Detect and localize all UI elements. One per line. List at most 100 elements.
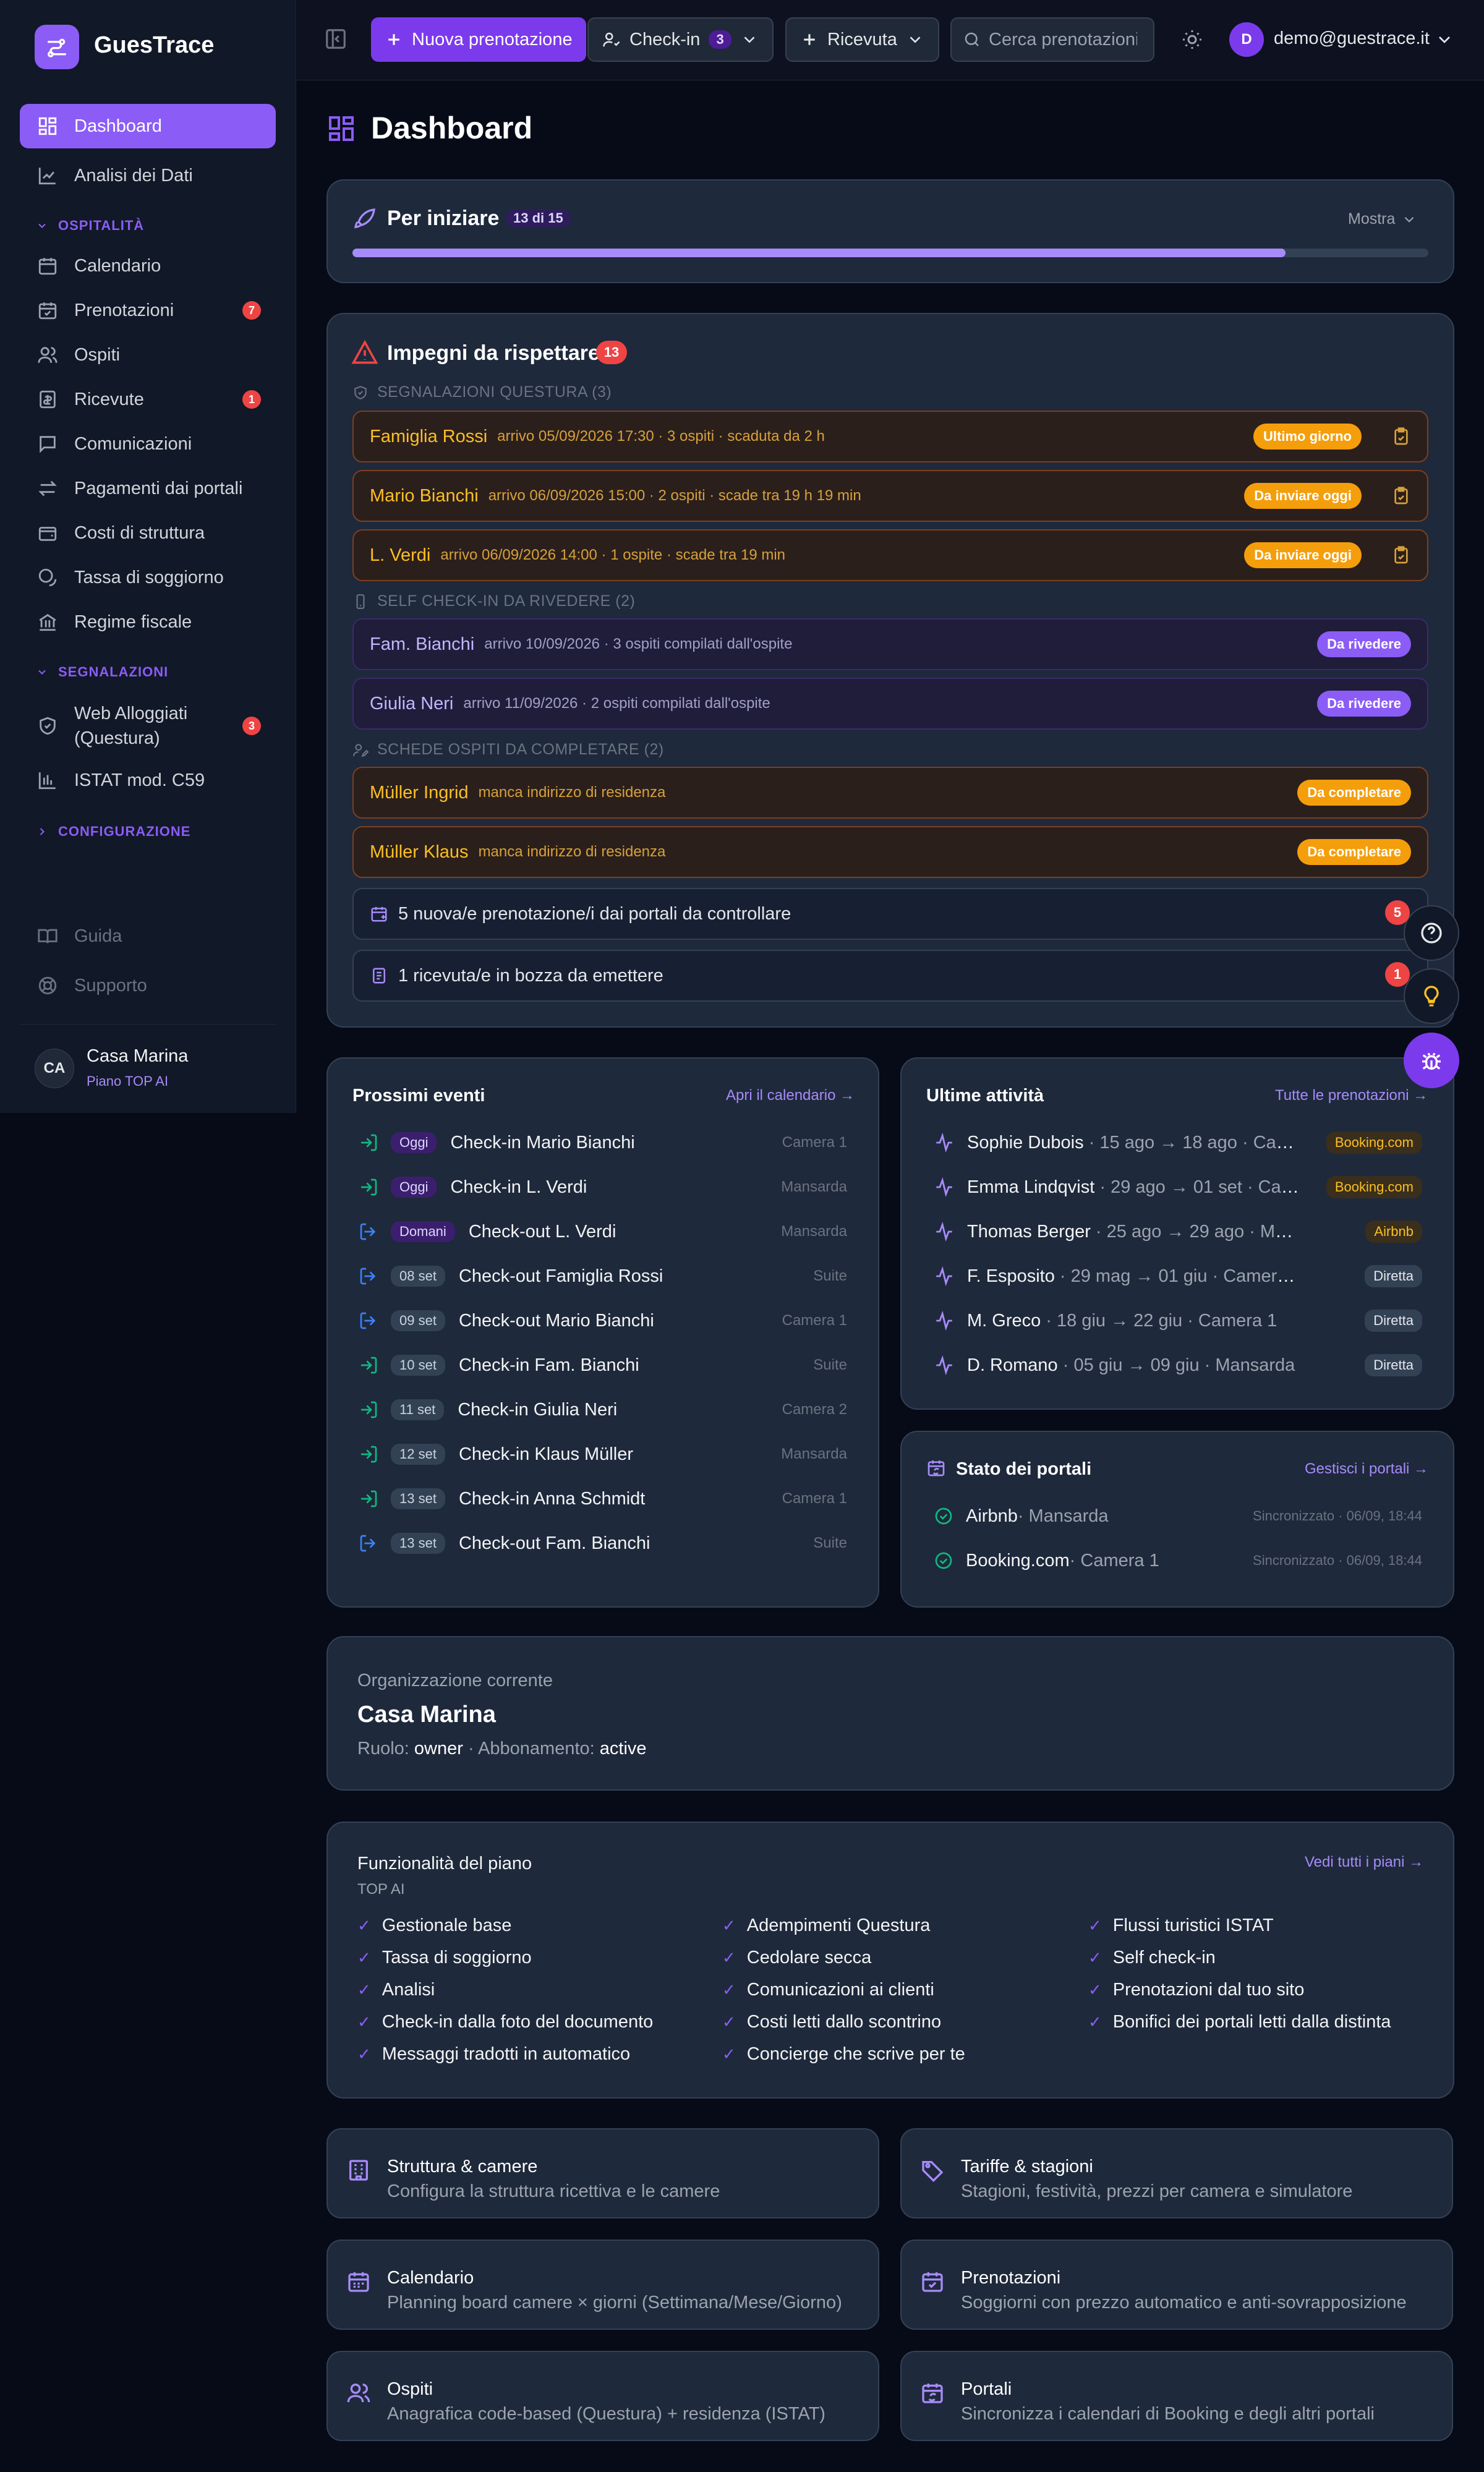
chevron-down-icon <box>744 36 755 43</box>
event-date-badge: 08 set <box>391 1266 445 1287</box>
plan-feature: ✓ Analisi <box>357 1980 435 2000</box>
event-row[interactable]: Domani Check-out L. Verdi Mansarda <box>359 1213 847 1250</box>
user-email[interactable]: demo@guestrace.it <box>1274 28 1430 49</box>
logout-icon <box>360 1223 376 1240</box>
building-icon <box>349 2160 368 2181</box>
activity-row[interactable]: F. Esposito · 29 mag → 01 giu · Camera 2… <box>934 1258 1422 1295</box>
list-item[interactable]: Fam. Bianchi arrivo 10/09/2026 · 3 ospit… <box>352 618 1428 670</box>
activity-icon <box>936 1177 952 1198</box>
source-badge: Booking.com <box>1326 1176 1422 1198</box>
event-row[interactable]: 12 set Check-in Klaus Müller Mansarda <box>359 1436 847 1473</box>
org-name[interactable]: Casa Marina <box>87 1046 188 1067</box>
event-row[interactable]: 09 set Check-out Mario Bianchi Camera 1 <box>359 1302 847 1339</box>
clipboard-check-icon[interactable] <box>1391 545 1411 565</box>
sidebar-toggle-icon[interactable] <box>324 27 348 51</box>
manage-portals-link[interactable]: Gestisci i portali → <box>1305 1460 1428 1478</box>
portal-row[interactable]: Booking.com · Camera 1 Sincronizzato · 0… <box>934 1542 1422 1579</box>
brand-name: GuesTrace <box>94 32 215 58</box>
plan-feature: ✓ Adempimenti Questura <box>722 1916 931 1935</box>
list-item[interactable]: Giulia Neri arrivo 11/09/2026 · 2 ospiti… <box>352 678 1428 730</box>
sidebar-item-analisi[interactable]: Analisi dei Dati <box>20 153 276 198</box>
activity-row[interactable]: Thomas Berger · 25 ago → 29 ago · Mansar… <box>934 1213 1422 1250</box>
event-label: Check-out Famiglia Rossi <box>458 1266 663 1286</box>
list-item[interactable]: Mario Bianchi arrivo 06/09/2026 15:00 · … <box>352 470 1428 522</box>
quick-link-card[interactable]: Calendario Planning board camere × giorni… <box>326 2240 879 2330</box>
bank-icon <box>39 613 56 631</box>
sidebar-item-supporto[interactable]: Supporto <box>20 963 276 1008</box>
section-ospitalita[interactable]: OSPITALITÀ <box>36 218 144 234</box>
open-calendar-link[interactable]: Apri il calendario → <box>726 1087 855 1104</box>
help-fab[interactable] <box>1404 905 1459 961</box>
event-row[interactable]: 08 set Check-out Famiglia Rossi Suite <box>359 1258 847 1295</box>
sidebar-item-guida[interactable]: Guida <box>20 914 276 958</box>
activity-row[interactable]: D. Romano · 05 giu → 09 giu · Mansarda Di… <box>934 1347 1422 1384</box>
receipt-button[interactable]: Ricevuta <box>785 17 939 62</box>
progress-track <box>352 249 1428 257</box>
sidebar-item-comunicazioni[interactable]: Comunicazioni <box>20 422 276 466</box>
sidebar-item-prenotazioni[interactable]: Prenotazioni 7 <box>20 288 276 333</box>
quick-link-card[interactable]: Portali Sincronizza i calendari di Bookin… <box>900 2351 1453 2441</box>
sidebar-item-pagamenti[interactable]: Pagamenti dai portali <box>20 466 276 511</box>
plan-feature: ✓ Self check-in <box>1088 1948 1216 1967</box>
activity-row[interactable]: Emma Lindqvist · 29 ago → 01 set · Camer… <box>934 1169 1422 1206</box>
shield-check-icon <box>354 385 367 399</box>
bug-icon <box>1422 1052 1441 1070</box>
users-icon <box>347 2384 370 2403</box>
bug-report-fab[interactable] <box>1404 1033 1459 1088</box>
checkin-button[interactable]: Check-in 3 <box>587 17 774 62</box>
quick-link-card[interactable]: Ospiti Anagrafica code-based (Questura) +… <box>326 2351 879 2441</box>
sidebar-item-istat[interactable]: ISTAT mod. C59 <box>20 758 276 803</box>
clipboard-check-icon[interactable] <box>1391 486 1411 506</box>
sidebar-item-regime[interactable]: Regime fiscale <box>20 600 276 644</box>
list-item[interactable]: Müller Ingrid manca indirizzo di residen… <box>352 767 1428 819</box>
activity-row[interactable]: Sophie Dubois · 15 ago → 18 ago · Camera… <box>934 1124 1422 1161</box>
event-row[interactable]: 13 set Check-out Fam. Bianchi Suite <box>359 1525 847 1562</box>
search-input[interactable] <box>989 29 1137 50</box>
logo-icon[interactable] <box>35 25 79 69</box>
portals-bookings-row[interactable]: 5 nuova/e prenotazione/i dai portali da … <box>352 888 1428 940</box>
event-room: Camera 2 <box>782 1401 847 1418</box>
section-configurazione[interactable]: CONFIGURAZIONE <box>36 824 190 840</box>
quick-link-card[interactable]: Tariffe & stagioni Stagioni, festività, p… <box>900 2128 1453 2218</box>
quick-link-card[interactable]: Struttura & camere Configura la struttura… <box>326 2128 879 2218</box>
draft-receipts-row[interactable]: 1 ricevuta/e in bozza da emettere <box>352 950 1428 1002</box>
activity-row[interactable]: M. Greco · 18 giu → 22 giu · Camera 1 Dir… <box>934 1302 1422 1339</box>
sidebar-item-tassa[interactable]: Tassa di soggiorno <box>20 555 276 600</box>
sidebar-item-ospiti[interactable]: Ospiti <box>20 333 276 377</box>
section-segnalazioni[interactable]: SEGNALAZIONI <box>36 664 168 680</box>
user-avatar[interactable]: D <box>1229 22 1264 57</box>
plan-feature: ✓ Prenotazioni dal tuo sito <box>1088 1980 1305 2000</box>
chevron-down-icon[interactable] <box>1435 30 1454 49</box>
list-item[interactable]: Müller Klaus manca indirizzo di residenz… <box>352 826 1428 878</box>
event-row[interactable]: 10 set Check-in Fam. Bianchi Suite <box>359 1347 847 1384</box>
list-item[interactable]: L. Verdi arrivo 06/09/2026 14:00 · 1 osp… <box>352 529 1428 581</box>
line-chart-icon <box>38 168 56 185</box>
all-plans-link[interactable]: Vedi tutti i piani → <box>1305 1854 1423 1871</box>
new-booking-button[interactable]: Nuova prenotazione <box>371 17 586 62</box>
list-item[interactable]: Famiglia Rossi arrivo 05/09/2026 17:30 ·… <box>352 411 1428 462</box>
dashboard-icon <box>38 117 57 135</box>
event-row[interactable]: Oggi Check-in L. Verdi Mansarda <box>359 1169 847 1206</box>
tips-fab[interactable] <box>1404 968 1459 1024</box>
count-badge: 7 <box>242 301 261 320</box>
sidebar-item-costi[interactable]: Costi di struttura <box>20 511 276 555</box>
page-title: Dashboard <box>371 111 533 145</box>
clipboard-check-icon[interactable] <box>1391 427 1411 446</box>
avatar[interactable]: CA <box>35 1049 74 1088</box>
sidebar-item-ricevute[interactable]: Ricevute 1 <box>20 377 276 422</box>
quick-link-card[interactable]: Prenotazioni Soggiorni con prezzo automat… <box>900 2240 1453 2330</box>
show-toggle-button[interactable]: Mostra <box>1348 210 1417 228</box>
all-bookings-link[interactable]: Tutte le prenotazioni → <box>1275 1087 1428 1104</box>
event-room: Camera 1 <box>782 1490 847 1507</box>
event-row[interactable]: 13 set Check-in Anna Schmidt Camera 1 <box>359 1480 847 1517</box>
event-row[interactable]: 11 set Check-in Giulia Neri Camera 2 <box>359 1391 847 1428</box>
sidebar-item-dashboard[interactable]: Dashboard <box>20 104 276 148</box>
event-row[interactable]: Oggi Check-in Mario Bianchi Camera 1 <box>359 1124 847 1161</box>
sidebar-item-calendario[interactable]: Calendario <box>20 244 276 288</box>
portal-row[interactable]: Airbnb · Mansarda Sincronizzato · 06/09,… <box>934 1498 1422 1535</box>
warning-icon <box>351 339 378 364</box>
sidebar-item-web-alloggiati[interactable]: Web Alloggiati (Questura) 3 <box>20 695 276 757</box>
rocket-icon <box>354 208 375 229</box>
activity-title: Ultime attività <box>926 1086 1044 1106</box>
sun-icon[interactable] <box>1181 28 1203 51</box>
